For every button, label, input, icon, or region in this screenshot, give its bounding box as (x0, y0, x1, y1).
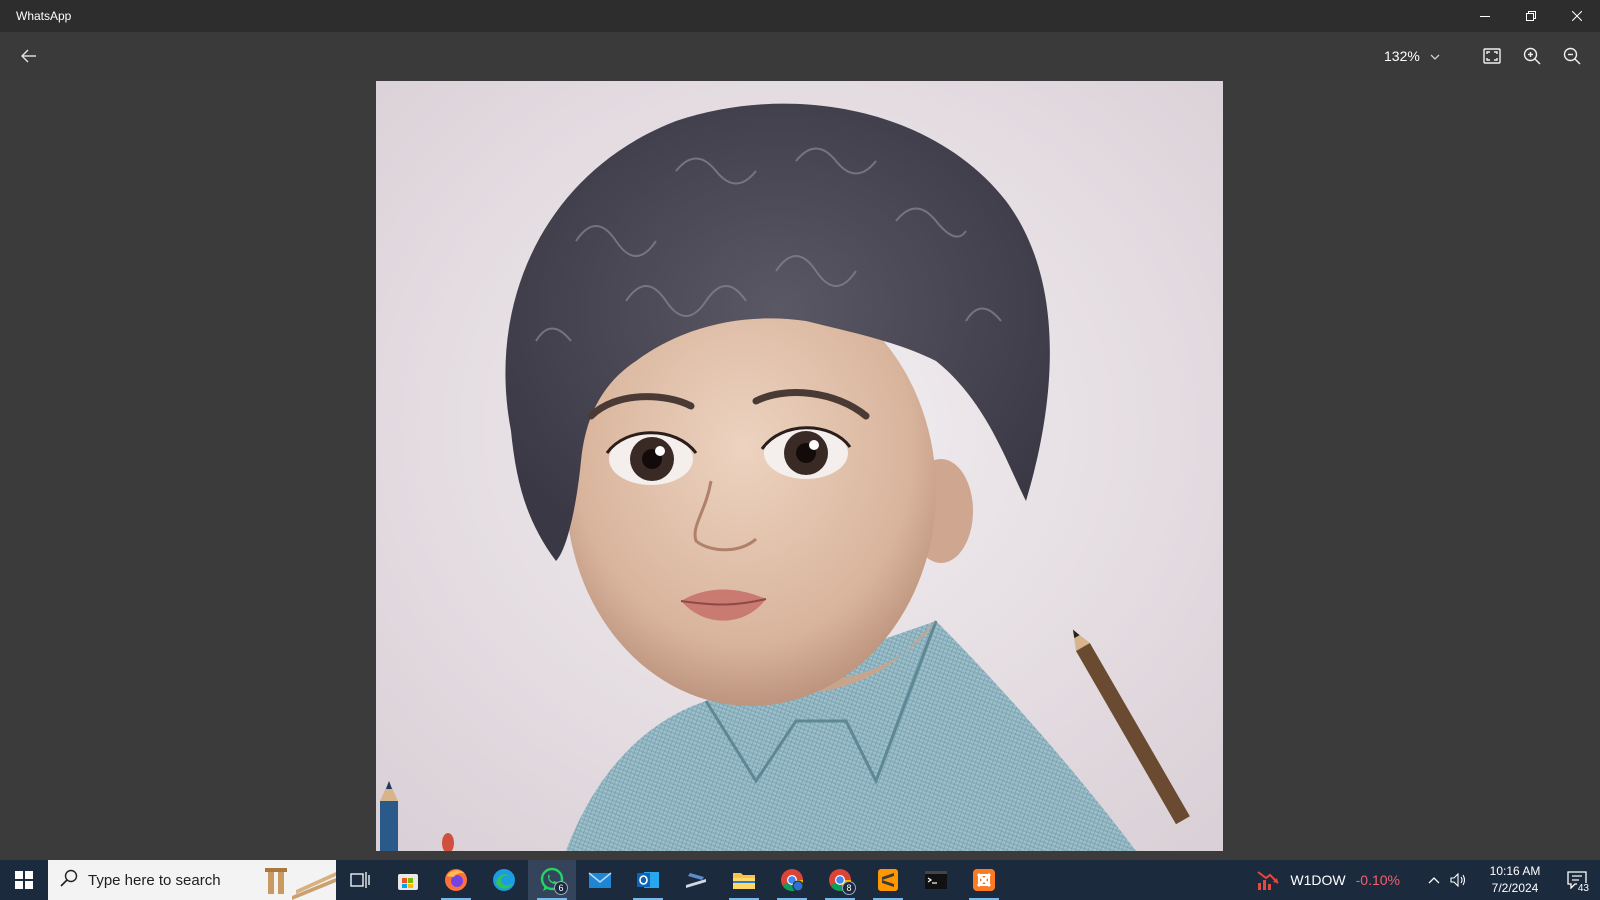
back-button[interactable] (14, 42, 44, 70)
whatsapp-badge: 6 (554, 881, 568, 895)
search-highlight-image (265, 868, 336, 900)
taskbar-mail[interactable] (576, 860, 624, 900)
task-view-button[interactable] (336, 860, 384, 900)
title-bar: WhatsApp (0, 0, 1600, 32)
stock-down-icon (1257, 871, 1280, 890)
windows-logo-icon (15, 871, 33, 889)
viewer-toolbar: 132% (0, 32, 1600, 80)
taskbar-store[interactable] (384, 860, 432, 900)
arrow-left-icon (21, 49, 36, 63)
search-icon (60, 869, 78, 892)
stock-change: -0.10% (1355, 872, 1400, 888)
folder-icon (733, 873, 755, 889)
mail-icon (588, 872, 612, 888)
chrome-icon (781, 869, 804, 892)
taskbar-terminal[interactable] (912, 860, 960, 900)
close-icon (1572, 11, 1582, 21)
edge-icon (493, 869, 515, 891)
clock-date: 7/2/2024 (1491, 881, 1539, 895)
restore-icon (1526, 11, 1536, 21)
show-hidden-icons-button[interactable] (1422, 860, 1446, 900)
zoom-in-icon (1523, 47, 1541, 65)
taskbar-outlook[interactable] (624, 860, 672, 900)
task-view-icon (350, 872, 370, 888)
taskbar: Type here to search 6 8 W1DOW -0.10% 10:… (0, 860, 1600, 900)
xampp-icon (973, 869, 995, 891)
start-button[interactable] (0, 860, 48, 900)
taskbar-search-box[interactable]: Type here to search (48, 860, 336, 900)
notification-center-button[interactable]: 43 (1554, 860, 1600, 900)
taskbar-edge[interactable] (480, 860, 528, 900)
terminal-icon (925, 871, 947, 889)
minimize-icon (1480, 16, 1490, 17)
chrome-badge: 8 (842, 881, 856, 895)
image-viewer[interactable] (0, 80, 1600, 860)
taskbar-chrome-profile[interactable] (768, 860, 816, 900)
chevron-down-icon (1430, 47, 1440, 65)
fit-to-window-button[interactable] (1477, 42, 1507, 70)
taskbar-firefox[interactable] (432, 860, 480, 900)
volume-icon (1450, 873, 1466, 887)
stock-symbol: W1DOW (1290, 872, 1346, 888)
zoom-in-button[interactable] (1517, 42, 1547, 70)
taskbar-app[interactable] (672, 860, 720, 900)
taskbar-clock[interactable]: 10:16 AM 7/2/2024 (1476, 863, 1554, 897)
close-button[interactable] (1554, 0, 1600, 32)
clock-time: 10:16 AM (1489, 864, 1541, 878)
zoom-dropdown[interactable]: 132% (1384, 44, 1440, 68)
taskbar-chrome[interactable]: 8 (816, 860, 864, 900)
restore-button[interactable] (1508, 0, 1554, 32)
minimize-button[interactable] (1462, 0, 1508, 32)
sublime-icon (878, 869, 898, 891)
notification-count: 43 (1576, 883, 1590, 894)
photo-child-drawing (376, 81, 1223, 851)
system-tray: W1DOW -0.10% 10:16 AM 7/2/2024 43 (1256, 860, 1600, 900)
taskbar-xampp[interactable] (960, 860, 1008, 900)
zoom-out-button[interactable] (1557, 42, 1587, 70)
volume-button[interactable] (1446, 860, 1470, 900)
zoom-out-icon (1563, 47, 1581, 65)
window-controls (1462, 0, 1600, 32)
fit-to-window-icon (1483, 48, 1501, 64)
zoom-level: 132% (1384, 48, 1420, 64)
window-title: WhatsApp (16, 9, 72, 23)
search-placeholder: Type here to search (88, 871, 221, 889)
chevron-up-icon (1428, 877, 1440, 884)
app-icon (686, 873, 706, 888)
outlook-icon (637, 872, 659, 888)
stock-widget[interactable]: W1DOW -0.10% (1256, 869, 1400, 891)
taskbar-whatsapp[interactable]: 6 (528, 860, 576, 900)
taskbar-file-explorer[interactable] (720, 860, 768, 900)
store-icon (398, 874, 418, 890)
firefox-icon (445, 869, 467, 891)
taskbar-sublime-text[interactable] (864, 860, 912, 900)
